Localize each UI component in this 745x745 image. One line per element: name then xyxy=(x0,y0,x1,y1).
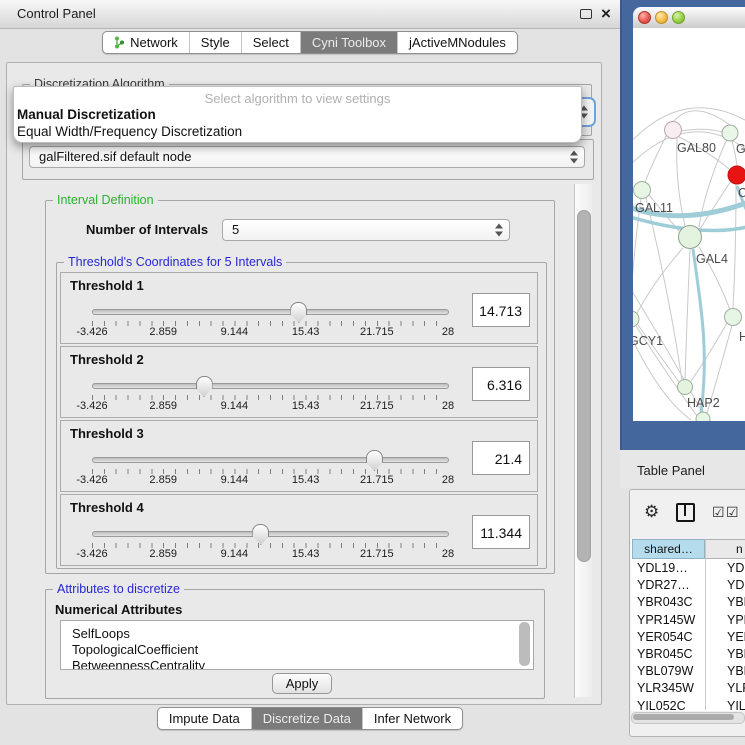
tab-discretize-data[interactable]: Discretize Data xyxy=(251,708,362,729)
tab-network[interactable]: Network xyxy=(103,32,189,53)
dropdown-placeholder-option[interactable]: Select algorithm to view settings xyxy=(14,91,581,106)
tab-infer-network[interactable]: Infer Network xyxy=(362,708,462,729)
threshold-1-slider-handle[interactable] xyxy=(290,302,307,323)
close-traffic-light-icon[interactable] xyxy=(638,11,651,24)
slider-scale-labels: -3.4262.8599.14415.4321.71528 xyxy=(92,400,448,412)
threshold-4-label: Threshold 4 xyxy=(70,500,144,515)
panel-title: Control Panel xyxy=(17,0,96,28)
float-window-icon[interactable] xyxy=(580,9,592,19)
split-view-icon[interactable] xyxy=(676,503,695,522)
table-row[interactable]: YBR045C YBR0 xyxy=(630,646,745,663)
table-horizontal-scrollbar[interactable] xyxy=(631,712,745,724)
tab-impute-data[interactable]: Impute Data xyxy=(158,708,251,729)
threshold-3-value-field[interactable]: 21.4 xyxy=(472,441,530,475)
bottom-tab-group: Impute Data Discretize Data Infer Networ… xyxy=(157,707,463,730)
svg-text:H: H xyxy=(739,330,745,344)
attribute-list-item[interactable]: TopologicalCoefficient xyxy=(61,642,533,658)
slider-scale-labels: -3.4262.8599.14415.4321.71528 xyxy=(92,548,448,560)
table-row[interactable]: YBR043C YBR0 xyxy=(630,594,745,611)
tab-group: Network Style Select Cyni Toolbox jActiv… xyxy=(102,31,518,54)
svg-text:GAL80: GAL80 xyxy=(677,141,716,155)
threshold-1-panel: Threshold 1 -3.4262.8599.14415.4321.7152… xyxy=(60,272,538,344)
network-view-canvas[interactable]: GAL80 GA C GAL11 GAL4 GCY1 H HAP2 xyxy=(633,28,745,421)
checkbox-icon[interactable]: ☑ xyxy=(726,504,739,521)
settings-vertical-scrollbar[interactable] xyxy=(574,184,592,697)
checkbox-icon[interactable]: ☑ xyxy=(712,504,725,521)
threshold-2-label: Threshold 2 xyxy=(70,352,144,367)
threshold-4-slider[interactable] xyxy=(92,531,449,537)
network-tab-icon xyxy=(114,36,125,49)
table-row[interactable]: YDR27… YDR2 xyxy=(630,577,745,594)
interval-definition-group-title: Interval Definition xyxy=(53,193,158,207)
threshold-3-slider[interactable] xyxy=(92,457,449,463)
threshold-1-slider[interactable] xyxy=(92,309,449,315)
table-row[interactable]: YLR345W YLR3 xyxy=(630,680,745,697)
gear-icon[interactable]: ⚙ xyxy=(644,502,659,522)
screen: Control Panel × Network Style Select Cyn… xyxy=(0,0,745,745)
table-rows: YDL19… YDL1 YDR27… YDR2 YBR043C YBR0 YPR… xyxy=(630,560,745,710)
zoom-traffic-light-icon[interactable] xyxy=(672,11,685,24)
thresholds-group-title: Threshold's Coordinates for 5 Intervals xyxy=(64,255,286,269)
table-row[interactable]: YPR145W YPR1 xyxy=(630,612,745,629)
slider-scale-labels: -3.4262.8599.14415.4321.71528 xyxy=(92,474,448,486)
apply-button[interactable]: Apply xyxy=(272,673,332,694)
dropdown-option-equal-width-frequency[interactable]: Equal Width/Frequency Discretization xyxy=(17,124,242,139)
tab-cyni-toolbox[interactable]: Cyni Toolbox xyxy=(300,32,397,53)
table-data-combobox[interactable]: galFiltered.sif default node xyxy=(29,146,585,168)
table-data-selected-value: galFiltered.sif default node xyxy=(39,147,191,167)
attributes-group-title: Attributes to discretize xyxy=(53,582,184,596)
threshold-3-label: Threshold 3 xyxy=(70,426,144,441)
tab-select[interactable]: Select xyxy=(241,32,300,53)
column-header-shared-name[interactable]: shared… xyxy=(632,539,705,559)
tab-label: Network xyxy=(130,32,178,53)
table-row[interactable]: YBL079W YBL0 xyxy=(630,663,745,680)
combo-stepper-icon xyxy=(570,151,578,164)
threshold-4-slider-handle[interactable] xyxy=(252,524,269,545)
numerical-attributes-label: Numerical Attributes xyxy=(55,602,182,617)
threshold-2-slider-handle[interactable] xyxy=(196,376,213,397)
svg-text:GAL4: GAL4 xyxy=(696,252,728,266)
attribute-list-item[interactable]: BetweennessCentrality xyxy=(61,658,533,670)
number-of-intervals-value: 5 xyxy=(232,220,239,240)
threshold-2-value-field[interactable]: 6.316 xyxy=(472,367,530,401)
threshold-2-panel: Threshold 2 -3.4262.8599.14415.4321.7152… xyxy=(60,346,538,418)
attribute-list-item[interactable]: SelfLoops xyxy=(61,626,533,642)
svg-text:GA: GA xyxy=(736,142,745,156)
svg-text:HAP2: HAP2 xyxy=(687,396,720,410)
network-graph-svg: GAL80 GA C GAL11 GAL4 GCY1 H HAP2 xyxy=(633,28,745,421)
tab-jactivemnodules[interactable]: jActiveMNodules xyxy=(397,32,517,53)
table-panel-title: Table Panel xyxy=(637,463,705,478)
threshold-3-panel: Threshold 3 -3.4262.8599.14415.4321.7152… xyxy=(60,420,538,492)
column-header-name[interactable]: n xyxy=(706,539,745,559)
tab-style[interactable]: Style xyxy=(189,32,241,53)
threshold-4-panel: Threshold 4 -3.4262.8599.14415.4321.7152… xyxy=(60,494,538,566)
threshold-2-slider[interactable] xyxy=(92,383,449,389)
minimize-traffic-light-icon[interactable] xyxy=(655,11,668,24)
dropdown-option-manual-discretization[interactable]: Manual Discretization xyxy=(17,107,156,122)
svg-text:GCY1: GCY1 xyxy=(633,334,663,348)
bottom-tab-bar: Impute Data Discretize Data Infer Networ… xyxy=(0,707,620,730)
close-icon[interactable]: × xyxy=(601,0,611,27)
number-of-intervals-combobox[interactable]: 5 xyxy=(222,219,510,241)
control-panel-titlebar: Control Panel × xyxy=(0,0,620,29)
table-panel-titlebar: Table Panel xyxy=(620,450,745,488)
svg-text:C: C xyxy=(738,186,745,200)
threshold-1-value-field[interactable]: 14.713 xyxy=(472,293,530,327)
scrollbar-thumb[interactable] xyxy=(577,210,591,562)
top-tab-bar: Network Style Select Cyni Toolbox jActiv… xyxy=(0,31,620,54)
threshold-3-slider-handle[interactable] xyxy=(366,450,383,471)
numerical-attributes-list[interactable]: SelfLoopsTopologicalCoefficientBetweenne… xyxy=(60,620,534,670)
algorithm-dropdown-popup: Select algorithm to view settings Manual… xyxy=(13,86,582,143)
threshold-1-label: Threshold 1 xyxy=(70,278,144,293)
number-of-intervals-label: Number of Intervals xyxy=(86,222,208,237)
scrollbar-thumb[interactable] xyxy=(633,714,734,720)
threshold-4-value-field[interactable]: 11.344 xyxy=(472,515,530,549)
combo-stepper-icon xyxy=(495,224,503,237)
table-row[interactable]: YDL19… YDL1 xyxy=(630,560,745,577)
table-row[interactable]: YIL052C YIL0 xyxy=(630,698,745,711)
slider-scale-labels: -3.4262.8599.14415.4321.71528 xyxy=(92,326,448,338)
svg-text:GAL11: GAL11 xyxy=(635,201,673,215)
table-row[interactable]: YER054C YER0 xyxy=(630,629,745,646)
